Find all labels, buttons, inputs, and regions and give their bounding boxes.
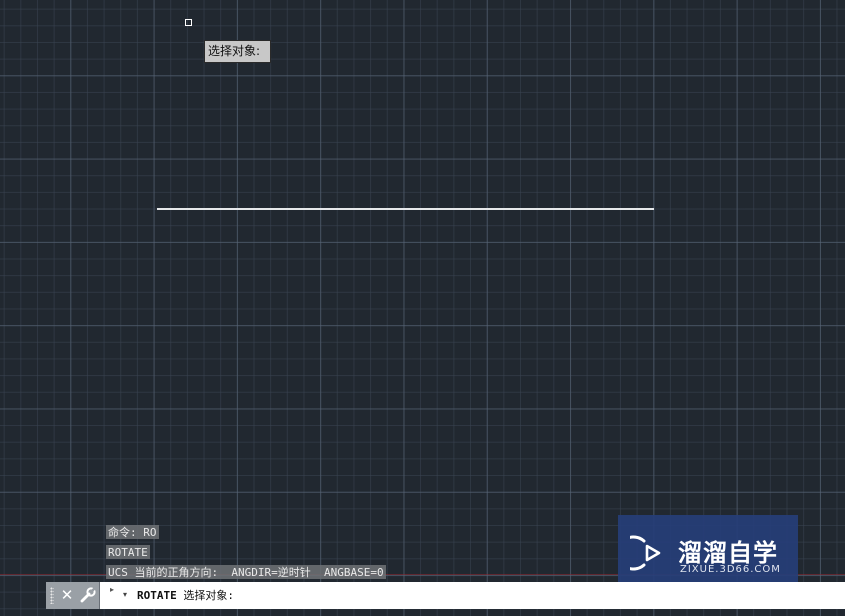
command-history-line: 命令: RO: [106, 525, 159, 539]
command-history-line: ROTATE: [106, 545, 150, 559]
drag-grip-handle[interactable]: [50, 587, 54, 604]
wrench-icon[interactable]: [79, 586, 97, 604]
pickbox-cursor: [185, 19, 192, 26]
command-input[interactable]: ▸ ▾ ROTATE 选择对象:: [104, 582, 845, 609]
command-line-bar: ✕ ▸ ▾ ROTATE 选择对象:: [46, 582, 845, 609]
play-logo-icon: [630, 535, 661, 571]
watermark-subtitle: ZIXUE.3D66.COM: [680, 564, 781, 575]
command-line-toolbar: ✕: [46, 582, 100, 609]
recent-commands-icon[interactable]: ▸: [110, 585, 114, 594]
drawn-line-object[interactable]: [157, 208, 654, 210]
active-command: ROTATE: [137, 589, 177, 602]
close-icon[interactable]: ✕: [59, 586, 75, 604]
watermark-title: 溜溜自学: [678, 539, 778, 567]
command-history-line: UCS 当前的正角方向: ANGDIR=逆时针 ANGBASE=0: [106, 565, 386, 579]
command-prompt-text: ROTATE 选择对象:: [137, 587, 234, 603]
command-prompt: 选择对象:: [176, 589, 234, 602]
dynamic-input-tooltip: 选择对象:: [204, 40, 271, 63]
dropdown-arrow-icon[interactable]: ▾: [123, 590, 127, 599]
